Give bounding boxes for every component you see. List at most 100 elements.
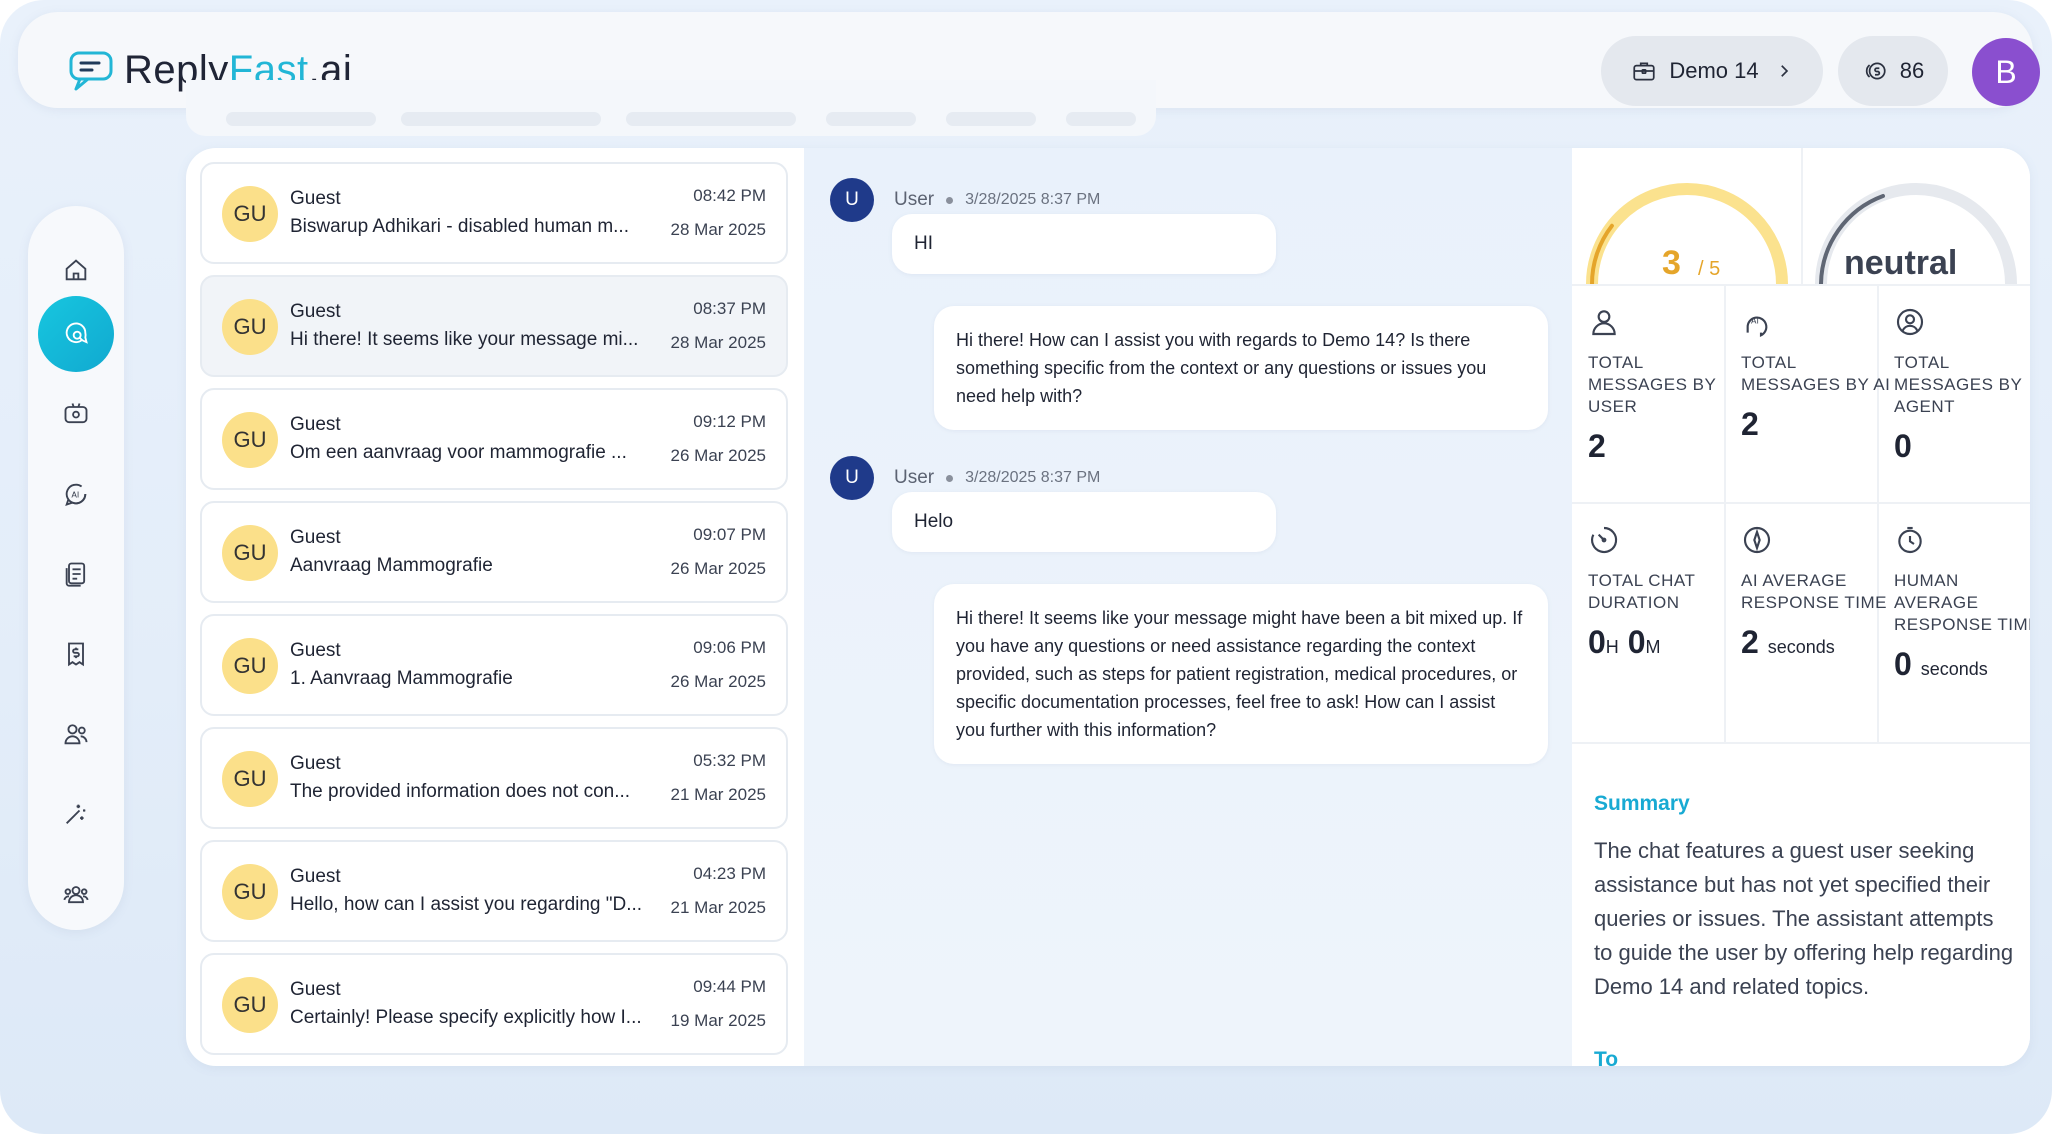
guest-avatar: GU xyxy=(222,864,278,920)
team-icon xyxy=(63,886,89,904)
nav-ai[interactable]: AI xyxy=(38,456,114,532)
conversation-date: 28 Mar 2025 xyxy=(670,220,766,239)
conversation-name: Guest xyxy=(290,414,341,435)
conversation-name: Guest xyxy=(290,866,341,887)
project-switcher-button[interactable]: Demo 14 xyxy=(1601,36,1823,106)
user-avatar: U xyxy=(830,456,874,500)
ai-chat-icon: AI xyxy=(65,483,87,506)
nav-team[interactable] xyxy=(38,856,114,932)
separator-dot xyxy=(946,474,954,482)
conversation-date: 19 Mar 2025 xyxy=(670,1011,766,1030)
conversation-snippet: Hello, how can I assist you regarding "D… xyxy=(290,894,643,915)
nav-billing[interactable] xyxy=(38,616,114,692)
rating-value: 3 xyxy=(1662,244,1681,282)
billing-icon xyxy=(68,642,84,667)
user-icon xyxy=(1592,310,1616,336)
conversation-item-selected[interactable]: GU Guest Hi there! It seems like your me… xyxy=(200,275,788,377)
tab-placeholder xyxy=(401,112,601,126)
stat-agent-messages: TOTAL MESSAGES BY AGENT 0 xyxy=(1894,306,2030,465)
message-timestamp: 3/28/2025 8:37 PM xyxy=(965,469,1101,486)
conversation-item[interactable]: GU Guest 1. Aanvraag Mammografie 09:06 P… xyxy=(200,614,788,716)
stat-value: 2 xyxy=(1588,428,1606,464)
conversation-snippet: Hi there! It seems like your message mi.… xyxy=(290,329,639,350)
user-avatar: U xyxy=(830,178,874,222)
conversation-time: 08:42 PM xyxy=(693,186,766,205)
tab-placeholder xyxy=(626,112,796,126)
message-timestamp: 3/28/2025 8:37 PM xyxy=(965,191,1101,208)
stat-user-messages: TOTAL MESSAGES BY USER 2 xyxy=(1588,306,1738,465)
sender-name: User xyxy=(894,189,935,210)
conversation-item[interactable]: GU Guest Hello, how can I assist you reg… xyxy=(200,840,788,942)
credits-count: 86 xyxy=(1899,58,1925,83)
rating-denominator: / 5 xyxy=(1698,258,1721,280)
user-message-bubble: Helo xyxy=(892,492,1276,552)
conversation-time: 04:23 PM xyxy=(693,864,766,883)
inbox-panel: GU Guest Biswarup Adhikari - disabled hu… xyxy=(186,148,2030,1066)
conversation-item[interactable]: GU Guest Aanvraag Mammografie 09:07 PM 2… xyxy=(200,501,788,603)
filter-tab-strip xyxy=(186,80,1156,136)
ai-message-bubble: Hi there! How can I assist you with rega… xyxy=(934,306,1548,430)
chat-bubble-logo-icon xyxy=(69,51,113,90)
nav-documents[interactable] xyxy=(38,536,114,612)
chat-thread[interactable]: U User 3/28/2025 8:37 PM HI Hi there! Ho… xyxy=(804,148,1572,1066)
stat-value: 0 seconds xyxy=(1894,646,1988,682)
nav-magic[interactable] xyxy=(38,776,114,852)
conversation-time: 08:37 PM xyxy=(693,299,766,318)
nav-users[interactable] xyxy=(38,696,114,772)
guest-avatar: GU xyxy=(222,638,278,694)
conversation-date: 21 Mar 2025 xyxy=(670,898,766,917)
conversation-snippet: Biswarup Adhikari - disabled human m... xyxy=(290,216,629,237)
stat-ai-messages: AI TOTAL MESSAGES BY AI 2 xyxy=(1741,306,1891,443)
divider xyxy=(1572,742,2030,744)
tab-placeholder xyxy=(1066,112,1136,126)
stat-label: HUMAN AVERAGE RESPONSE TIME xyxy=(1894,571,2030,634)
conversation-snippet: 1. Aanvraag Mammografie xyxy=(290,668,513,689)
conversation-date: 28 Mar 2025 xyxy=(670,333,766,352)
documents-icon xyxy=(65,562,86,587)
summary-text: The chat features a guest user seeking a… xyxy=(1594,838,2014,999)
users-icon xyxy=(64,724,88,745)
next-section-heading: To xyxy=(1594,1048,1619,1066)
profile-avatar-button[interactable]: B xyxy=(1972,38,2040,106)
magic-wand-icon xyxy=(66,804,86,824)
conversation-item[interactable]: GU Guest Certainly! Please specify expli… xyxy=(200,953,788,1055)
conversation-snippet: The provided information does not con... xyxy=(290,781,631,802)
divider xyxy=(1572,284,2030,286)
stat-label: TOTAL CHAT DURATION xyxy=(1588,571,1696,612)
stat-label: AI AVERAGE RESPONSE TIME xyxy=(1741,571,1887,612)
guest-avatar: GU xyxy=(222,412,278,468)
rating-gauge-track xyxy=(1586,183,1788,286)
conversation-name: Guest xyxy=(290,188,341,209)
insights-panel: 3 / 5 neutral TOTAL MESSAGES BY USER 2 A… xyxy=(1572,148,2030,1066)
conversation-item[interactable]: GU Guest Biswarup Adhikari - disabled hu… xyxy=(200,162,788,264)
conversation-list[interactable]: GU Guest Biswarup Adhikari - disabled hu… xyxy=(200,162,790,1066)
ai-message-bubble: Hi there! It seems like your message mig… xyxy=(934,584,1548,764)
ai-head-icon: AI xyxy=(1746,316,1768,338)
svg-text:AI: AI xyxy=(71,490,79,500)
conversation-item[interactable]: GU Guest Om een aanvraag voor mammografi… xyxy=(200,388,788,490)
conversation-time: 09:12 PM xyxy=(693,412,766,431)
conversation-name: Guest xyxy=(290,301,341,322)
stopwatch-icon xyxy=(1898,526,1922,554)
nav-bot-settings[interactable] xyxy=(38,376,114,452)
stat-label: TOTAL MESSAGES BY AGENT xyxy=(1894,353,2023,416)
stat-value: 0H 0M xyxy=(1588,624,1661,660)
conversation-time: 05:32 PM xyxy=(693,751,766,770)
conversation-name: Guest xyxy=(290,527,341,548)
app-frame: ReplyFast.ai Demo 14 86 B AI GU Guest Bi… xyxy=(0,0,2052,1134)
credits-button[interactable]: 86 xyxy=(1838,36,1948,106)
bot-settings-icon xyxy=(64,403,88,424)
conversation-name: Guest xyxy=(290,753,341,774)
conversation-item[interactable]: GU Guest The provided information does n… xyxy=(200,727,788,829)
chevron-right-icon xyxy=(1780,65,1788,77)
guest-avatar: GU xyxy=(222,977,278,1033)
stat-ai-response-time: AI AVERAGE RESPONSE TIME 2 seconds xyxy=(1741,524,1891,661)
sender-name: User xyxy=(894,467,935,488)
conversation-snippet: Certainly! Please specify explicitly how… xyxy=(290,1007,642,1028)
agent-icon xyxy=(1896,308,1924,336)
nav-conversations[interactable] xyxy=(38,296,114,372)
tab-placeholder xyxy=(946,112,1036,126)
stat-label: TOTAL MESSAGES BY AI xyxy=(1741,353,1891,394)
stat-value: 2 xyxy=(1741,406,1759,442)
duration-icon xyxy=(1591,526,1618,554)
